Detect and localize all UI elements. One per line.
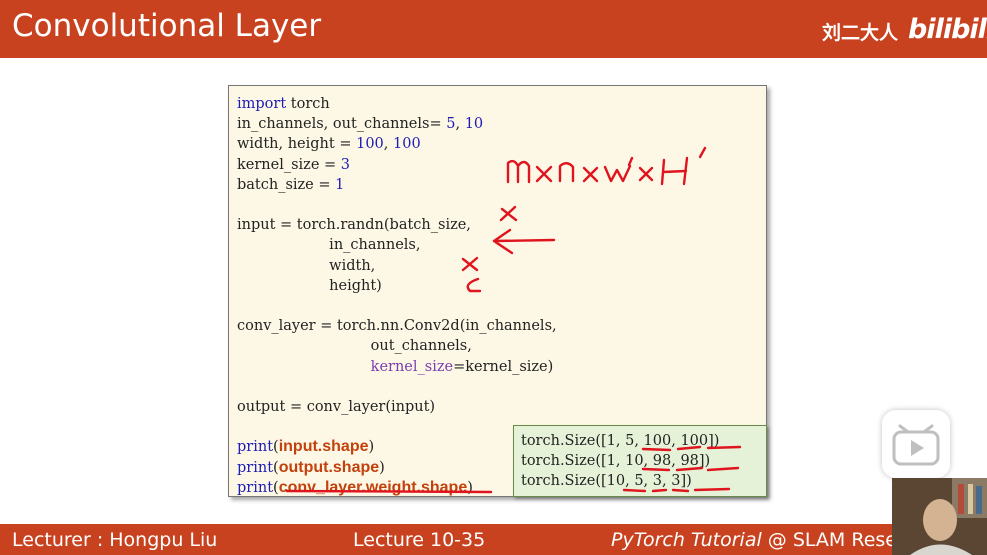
- code-line-19: print(output.shape): [237, 458, 385, 476]
- code-line-12: conv_layer = torch.nn.Conv2d(in_channels…: [237, 318, 557, 335]
- code-line-13: out_channels,: [237, 338, 472, 355]
- code-line-2: in_channels, out_channels= 5, 10: [237, 116, 484, 133]
- lecturer-video: [892, 478, 987, 555]
- footer-bar: Lecturer : Hongpu Liu Lecture 10-35 PyTo…: [0, 524, 987, 555]
- code-line-5: batch_size = 1: [237, 176, 345, 193]
- code-line-8: in_channels,: [237, 237, 421, 254]
- header-bar: Convolutional Layer 刘二大人 bilibili: [0, 0, 987, 58]
- tutorial-name: PyTorch Tutorial: [611, 529, 762, 551]
- slide-title: Convolutional Layer: [12, 8, 322, 44]
- lecturer-name: Lecturer : Hongpu Liu: [12, 529, 218, 551]
- lecture-number: Lecture 10-35: [353, 529, 486, 551]
- tutorial-credit: PyTorch Tutorial @ SLAM Resea: [611, 529, 909, 551]
- code-line-10: height): [237, 277, 382, 294]
- output-panel: torch.Size([1, 5, 100, 100]) torch.Size(…: [513, 425, 767, 497]
- code-line-3: width, height = 100, 100: [237, 136, 421, 153]
- code-line-20: print(conv_layer.weight.shape): [237, 478, 473, 496]
- output-line-2: torch.Size([1, 10, 98, 98]): [521, 453, 711, 470]
- output-block: torch.Size([1, 5, 100, 100]) torch.Size(…: [521, 431, 719, 492]
- output-line-1: torch.Size([1, 5, 100, 100]): [521, 433, 720, 449]
- play-icon: [892, 424, 940, 466]
- code-line-14: kernel_size=kernel_size): [370, 358, 554, 375]
- code-line-7: input = torch.randn(batch_size,: [237, 217, 471, 234]
- output-line-3: torch.Size([10, 5, 3, 3]): [521, 473, 692, 490]
- bilibili-logo: bilibili: [908, 14, 987, 45]
- code-line-1: import torch: [237, 96, 330, 112]
- webcam-overlay: [892, 478, 987, 555]
- code-line-4: kernel_size = 3: [237, 156, 351, 173]
- code-line-18: print(input.shape): [237, 438, 375, 456]
- tutorial-affiliation: @ SLAM Resea: [761, 529, 909, 551]
- code-line-9: width,: [237, 257, 376, 274]
- code-line-16: output = conv_layer(input): [237, 399, 436, 416]
- video-play-button[interactable]: [882, 410, 950, 478]
- code-block: import torch in_channels, out_channels= …: [237, 94, 557, 498]
- channel-watermark: 刘二大人: [822, 22, 899, 44]
